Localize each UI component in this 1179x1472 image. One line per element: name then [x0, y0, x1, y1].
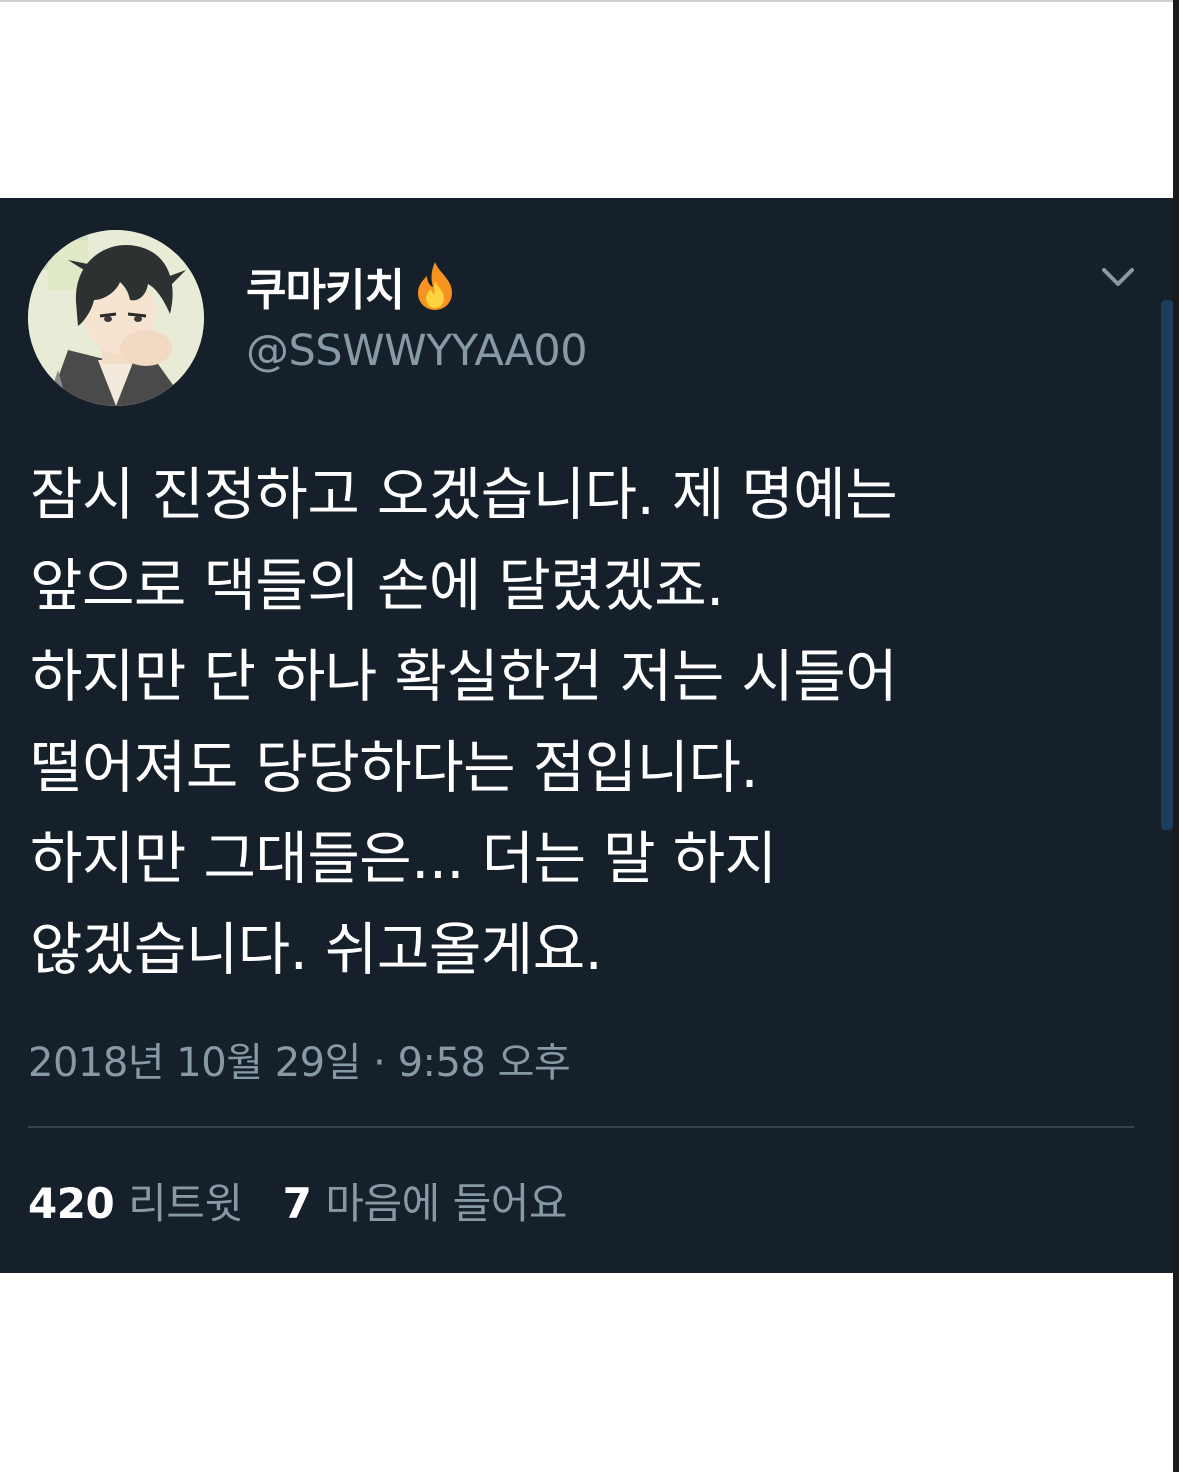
- divider: [28, 1126, 1134, 1128]
- likes-count: 7: [282, 1179, 312, 1228]
- display-name[interactable]: 쿠마키치: [246, 254, 405, 318]
- likes-stat[interactable]: 7 마음에 들어요: [282, 1170, 568, 1231]
- display-name-row[interactable]: 쿠마키치: [246, 258, 462, 316]
- scrollbar[interactable]: [1161, 300, 1173, 830]
- top-border: [0, 0, 1179, 2]
- user-handle[interactable]: @SSWWYYAA00: [246, 326, 588, 376]
- right-border: [1173, 0, 1179, 1472]
- retweets-stat[interactable]: 420 리트윗: [28, 1170, 243, 1231]
- tweet-stats: 420 리트윗 7 마음에 들어요: [28, 1170, 607, 1231]
- avatar-image: [28, 230, 204, 406]
- retweets-label: 리트윗: [128, 1179, 243, 1228]
- tweet-card: 쿠마키치 @SSWWYYAA00 잠시 진정하고 오겠습니다. 제 명예는 앞으…: [0, 198, 1173, 1273]
- chevron-down-icon[interactable]: [1096, 260, 1140, 296]
- avatar[interactable]: [28, 230, 204, 406]
- tweet-text: 잠시 진정하고 오겠습니다. 제 명예는 앞으로 댁들의 손에 달렸겠죠. 하지…: [30, 462, 898, 983]
- tweet-timestamp[interactable]: 2018년 10월 29일 · 9:58 오후: [28, 1030, 571, 1088]
- likes-label: 마음에 들어요: [325, 1179, 568, 1228]
- page: 쿠마키치 @SSWWYYAA00 잠시 진정하고 오겠습니다. 제 명예는 앞으…: [0, 0, 1179, 1472]
- retweets-count: 420: [28, 1179, 115, 1228]
- fire-icon: [408, 259, 462, 313]
